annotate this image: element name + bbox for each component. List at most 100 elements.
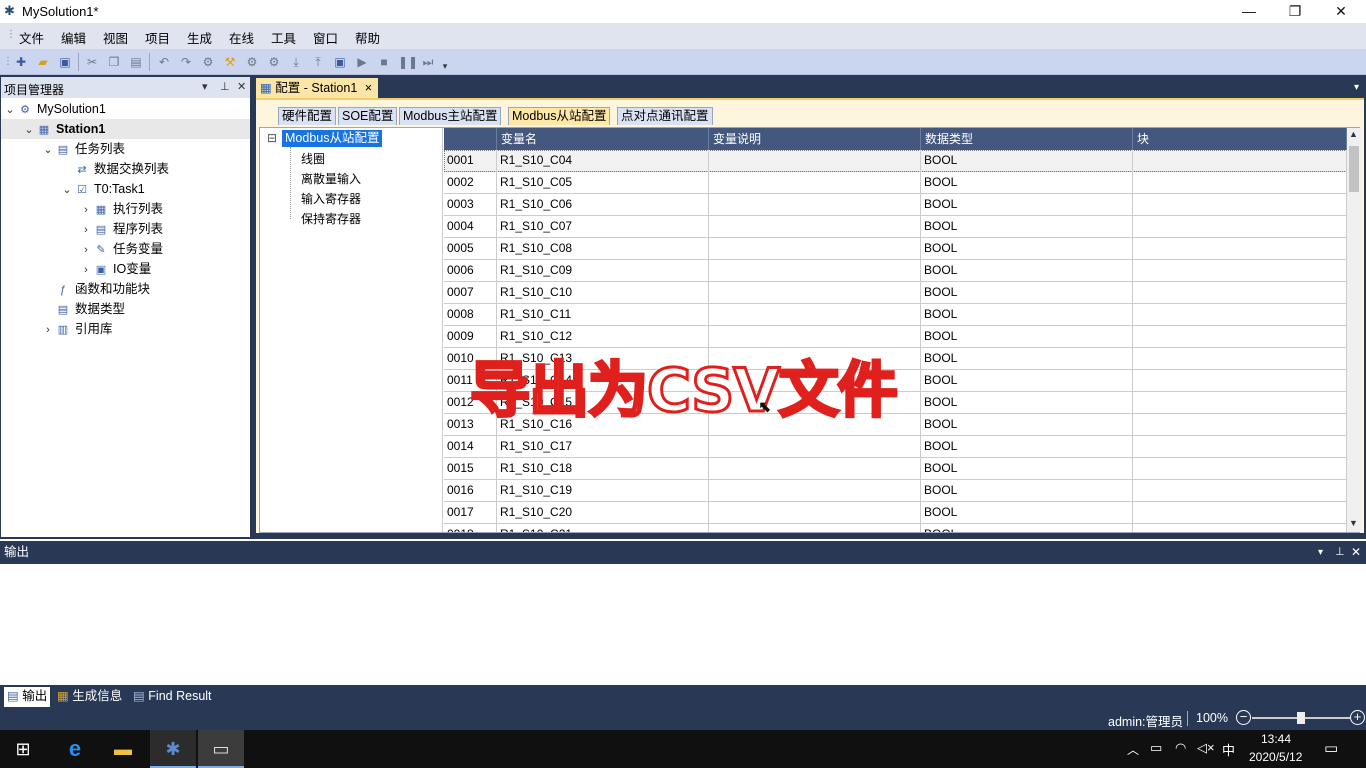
cell-description[interactable]	[709, 282, 921, 304]
cell-block[interactable]	[1133, 150, 1347, 172]
cell-description[interactable]	[709, 172, 921, 194]
cell-index[interactable]: 0003	[444, 194, 497, 216]
cell-block[interactable]	[1133, 282, 1347, 304]
doc-tabs-dropdown-icon[interactable]: ▾	[1354, 82, 1359, 93]
collapse-icon[interactable]: ⌄	[3, 100, 17, 120]
cell-index[interactable]: 0014	[444, 436, 497, 458]
collapse-icon[interactable]: ⊟	[267, 131, 277, 145]
online-icon[interactable]: ▣	[332, 54, 348, 70]
collapse-icon[interactable]: ⌄	[41, 140, 55, 160]
cell-index[interactable]: 0007	[444, 282, 497, 304]
table-row[interactable]: 0001 R1_S10_C04 BOOL	[444, 150, 1347, 172]
cell-data-type[interactable]: BOOL	[921, 436, 1133, 458]
table-row[interactable]: 0003 R1_S10_C06 BOOL	[444, 194, 1347, 216]
cell-block[interactable]	[1133, 414, 1347, 436]
cell-block[interactable]	[1133, 436, 1347, 458]
tree-node[interactable]: › ▤ 程序列表	[1, 219, 250, 239]
remote-desktop-icon[interactable]: ▭	[198, 730, 244, 768]
tree-node[interactable]: ⌄ ⚙ MySolution1	[1, 99, 250, 119]
col-header-data-type[interactable]: 数据类型	[921, 128, 1133, 150]
copy-icon[interactable]: ❐	[106, 54, 122, 70]
tab-config-station1[interactable]: ▦ 配置 - Station1 ×	[256, 78, 378, 98]
cell-variable-name[interactable]: R1_S10_C08	[497, 238, 709, 260]
collapse-icon[interactable]: ⌄	[22, 120, 36, 140]
pause-icon[interactable]: ❚❚	[398, 54, 418, 70]
cell-block[interactable]	[1133, 458, 1347, 480]
cell-variable-name[interactable]: R1_S10_C20	[497, 502, 709, 524]
tab-close-icon[interactable]: ×	[365, 81, 372, 95]
cell-data-type[interactable]: BOOL	[921, 502, 1133, 524]
cell-index[interactable]: 0006	[444, 260, 497, 282]
table-row[interactable]: 0007 R1_S10_C10 BOOL	[444, 282, 1347, 304]
tree-node-discrete-input[interactable]: 离散量输入	[301, 170, 361, 187]
cell-variable-name[interactable]: R1_S10_C11	[497, 304, 709, 326]
menu-window[interactable]: 窗口	[313, 28, 338, 47]
clock-date[interactable]: 2020/5/12	[1249, 750, 1302, 764]
compile-icon[interactable]: ⚙	[200, 54, 216, 70]
menu-project[interactable]: 项目	[145, 28, 170, 47]
toolbar-overflow-icon[interactable]: ▾	[440, 58, 450, 74]
cell-data-type[interactable]: BOOL	[921, 458, 1133, 480]
table-row[interactable]: 0016 R1_S10_C19 BOOL	[444, 480, 1347, 502]
tree-node[interactable]: ⌄ ☑ T0:Task1	[1, 179, 250, 199]
stop-icon[interactable]: ■	[376, 54, 392, 70]
table-row[interactable]: 0008 R1_S10_C11 BOOL	[444, 304, 1347, 326]
tree-node[interactable]: ▤ 数据类型	[1, 299, 250, 319]
download-icon[interactable]: ⤓	[288, 54, 304, 70]
tab-hardware-config[interactable]: 硬件配置	[278, 107, 337, 125]
new-icon[interactable]: ✚	[13, 54, 29, 70]
cell-variable-name[interactable]: R1_S10_C06	[497, 194, 709, 216]
clean-icon[interactable]: ⚙	[266, 54, 282, 70]
tab-output[interactable]: ▤ 输出	[4, 687, 51, 707]
cell-variable-name[interactable]: R1_S10_C10	[497, 282, 709, 304]
menu-tools[interactable]: 工具	[271, 28, 296, 47]
scroll-down-icon[interactable]: ▼	[1349, 518, 1358, 528]
tree-node[interactable]: › ▣ IO变量	[1, 259, 250, 279]
cell-block[interactable]	[1133, 370, 1347, 392]
cell-block[interactable]	[1133, 238, 1347, 260]
cell-description[interactable]	[709, 150, 921, 172]
cell-description[interactable]	[709, 238, 921, 260]
table-row[interactable]: 0018R1_S10_C21 BOOL	[444, 524, 1347, 532]
scroll-thumb[interactable]	[1349, 146, 1359, 192]
cell-block[interactable]	[1133, 524, 1347, 532]
tab-soe-config[interactable]: SOE配置	[338, 107, 398, 125]
cell-block[interactable]	[1133, 502, 1347, 524]
save-icon[interactable]: ▣	[57, 54, 73, 70]
cell-variable-name[interactable]: R1_S10_C19	[497, 480, 709, 502]
rebuild-icon[interactable]: ⚙	[244, 54, 260, 70]
menu-file[interactable]: 文件	[19, 28, 44, 47]
collapse-icon[interactable]: ⌄	[60, 180, 74, 200]
cell-index[interactable]: 0015	[444, 458, 497, 480]
table-row[interactable]: 0006 R1_S10_C09 BOOL	[444, 260, 1347, 282]
cell-index[interactable]: 0002	[444, 172, 497, 194]
cell-index[interactable]: 0004	[444, 216, 497, 238]
menu-build[interactable]: 生成	[187, 28, 212, 47]
start-icon[interactable]: ⊞	[0, 730, 46, 768]
paste-icon[interactable]: ▤	[128, 54, 144, 70]
cell-description[interactable]	[709, 304, 921, 326]
cell-data-type[interactable]: BOOL	[921, 304, 1133, 326]
cell-block[interactable]	[1133, 194, 1347, 216]
cell-data-type[interactable]: BOOL	[921, 524, 1133, 532]
cell-block[interactable]	[1133, 172, 1347, 194]
cell-data-type[interactable]: BOOL	[921, 238, 1133, 260]
col-header-block[interactable]: 块	[1133, 128, 1347, 150]
tree-node-input-register[interactable]: 输入寄存器	[301, 190, 361, 207]
panel-close-icon[interactable]: ✕	[237, 80, 246, 93]
cell-description[interactable]	[709, 436, 921, 458]
edge-icon[interactable]: e	[52, 730, 98, 768]
cell-index[interactable]: 0016	[444, 480, 497, 502]
cell-variable-name[interactable]: R1_S10_C18	[497, 458, 709, 480]
cell-block[interactable]	[1133, 216, 1347, 238]
expand-icon[interactable]: ›	[79, 240, 93, 260]
table-row[interactable]: 0014 R1_S10_C17 BOOL	[444, 436, 1347, 458]
cell-variable-name[interactable]: R1_S10_C09	[497, 260, 709, 282]
cell-block[interactable]	[1133, 260, 1347, 282]
cell-data-type[interactable]: BOOL	[921, 282, 1133, 304]
col-header-index[interactable]	[444, 128, 497, 150]
col-header-variable-name[interactable]: 变量名	[497, 128, 709, 150]
minimize-button[interactable]: —	[1226, 0, 1272, 23]
tree-node[interactable]: › ▦ 执行列表	[1, 199, 250, 219]
tree-node[interactable]: ƒ 函数和功能块	[1, 279, 250, 299]
